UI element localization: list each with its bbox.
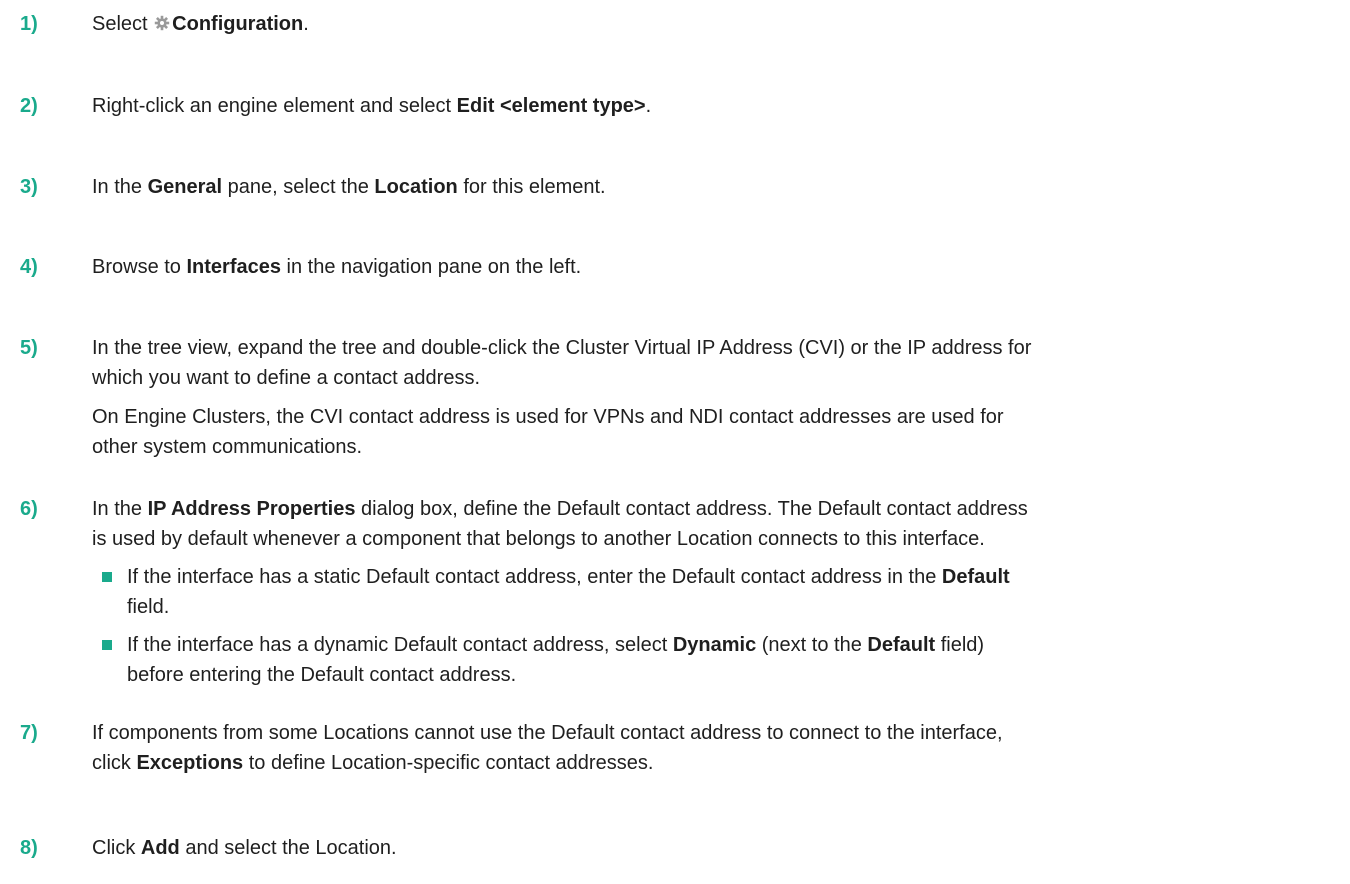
list-item: If the interface has a static Default co… <box>92 562 1342 622</box>
bullet-list: If the interface has a static Default co… <box>92 562 1342 690</box>
step-text: In the tree view, expand the tree and do… <box>92 333 1342 462</box>
step-text: Select Configuration. <box>92 9 1342 39</box>
list-item: If the interface has a dynamic Default c… <box>92 630 1342 690</box>
step-number: 4) <box>20 256 38 278</box>
step-text: If components from some Locations cannot… <box>92 722 1003 774</box>
step-number: 6) <box>20 498 38 520</box>
step-text: Browse to Interfaces in the navigation p… <box>92 256 582 278</box>
step-text: In the General pane, select the Location… <box>92 176 606 198</box>
gear-icon <box>154 10 170 31</box>
step-number: 3) <box>20 176 38 198</box>
step-number: 8) <box>20 837 38 859</box>
step-text: Click Add and select the Location. <box>92 837 397 859</box>
step-number: 2) <box>20 95 38 117</box>
step-number: 1) <box>20 13 38 35</box>
step-note: On Engine Clusters, the CVI contact addr… <box>92 406 1004 458</box>
step-text: Right-click an engine element and select… <box>92 95 652 117</box>
step-text: In the IP Address Properties dialog box,… <box>92 494 1342 690</box>
bullet-square-icon <box>102 572 112 582</box>
step-number: 7) <box>20 722 38 744</box>
step-number: 5) <box>20 337 38 359</box>
bullet-square-icon <box>102 640 112 650</box>
